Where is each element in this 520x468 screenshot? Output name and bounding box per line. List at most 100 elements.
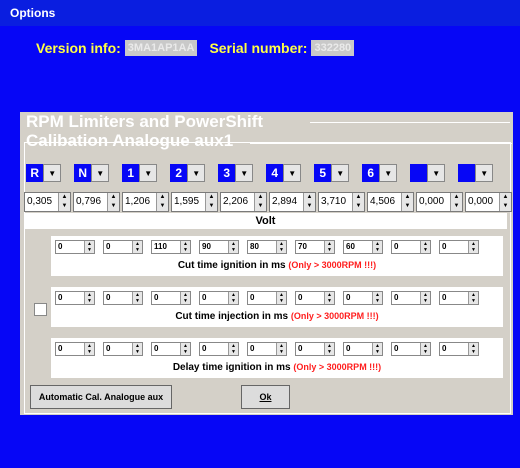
voltage-spinner[interactable]: 2,206 ▲ ▼ bbox=[220, 192, 267, 212]
spinner-value[interactable]: 0 bbox=[56, 343, 84, 355]
chevron-down-icon[interactable]: ▼ bbox=[91, 164, 109, 182]
voltage-spinner[interactable]: 1,206 ▲ ▼ bbox=[122, 192, 169, 212]
ms-spinner[interactable]: 0 ▲ ▼ bbox=[103, 291, 143, 305]
spinner-arrows-icon[interactable]: ▲ ▼ bbox=[468, 343, 478, 355]
spinner-value[interactable]: 110 bbox=[152, 241, 180, 253]
spinner-value[interactable]: 0,000 bbox=[417, 193, 450, 211]
spinner-value[interactable]: 0 bbox=[392, 241, 420, 253]
voltage-spinner[interactable]: 0,796 ▲ ▼ bbox=[73, 192, 120, 212]
spinner-value[interactable]: 2,206 bbox=[221, 193, 254, 211]
ms-spinner[interactable]: 0 ▲ ▼ bbox=[439, 291, 479, 305]
spinner-arrows-icon[interactable]: ▲ ▼ bbox=[180, 343, 190, 355]
gear-select-10[interactable]: ▼ bbox=[458, 164, 493, 182]
spinner-arrows-icon[interactable]: ▲ ▼ bbox=[107, 193, 119, 211]
spinner-arrows-icon[interactable]: ▲ ▼ bbox=[420, 241, 430, 253]
spinner-arrows-icon[interactable]: ▲ ▼ bbox=[228, 241, 238, 253]
spinner-value[interactable]: 0,000 bbox=[466, 193, 499, 211]
spinner-arrows-icon[interactable]: ▲ ▼ bbox=[324, 292, 334, 304]
spinner-value[interactable]: 0 bbox=[56, 241, 84, 253]
ms-spinner[interactable]: 0 ▲ ▼ bbox=[55, 291, 95, 305]
spinner-value[interactable]: 0 bbox=[200, 343, 228, 355]
spinner-value[interactable]: 1,595 bbox=[172, 193, 205, 211]
ms-spinner[interactable]: 110 ▲ ▼ bbox=[151, 240, 191, 254]
spinner-arrows-icon[interactable]: ▲ ▼ bbox=[372, 343, 382, 355]
spinner-value[interactable]: 0 bbox=[440, 292, 468, 304]
gear-select-n[interactable]: N ▼ bbox=[74, 164, 109, 182]
ms-spinner[interactable]: 0 ▲ ▼ bbox=[199, 291, 239, 305]
spinner-arrows-icon[interactable]: ▲ ▼ bbox=[84, 241, 94, 253]
ms-spinner[interactable]: 0 ▲ ▼ bbox=[391, 291, 431, 305]
chevron-down-icon[interactable]: ▼ bbox=[43, 164, 61, 182]
spinner-arrows-icon[interactable]: ▲ ▼ bbox=[156, 193, 168, 211]
spinner-arrows-icon[interactable]: ▲ ▼ bbox=[132, 241, 142, 253]
ms-spinner[interactable]: 0 ▲ ▼ bbox=[247, 291, 287, 305]
spinner-value[interactable]: 0 bbox=[296, 292, 324, 304]
ms-spinner[interactable]: 0 ▲ ▼ bbox=[247, 342, 287, 356]
ms-spinner[interactable]: 0 ▲ ▼ bbox=[151, 342, 191, 356]
spinner-value[interactable]: 90 bbox=[200, 241, 228, 253]
gear-select-1[interactable]: 1 ▼ bbox=[122, 164, 157, 182]
spinner-arrows-icon[interactable]: ▲ ▼ bbox=[372, 292, 382, 304]
spinner-value[interactable]: 0 bbox=[152, 343, 180, 355]
ms-spinner[interactable]: 0 ▲ ▼ bbox=[391, 342, 431, 356]
spinner-value[interactable]: 3,710 bbox=[319, 193, 352, 211]
gear-select-4[interactable]: 4 ▼ bbox=[266, 164, 301, 182]
voltage-spinner[interactable]: 0,000 ▲ ▼ bbox=[416, 192, 463, 212]
ms-spinner[interactable]: 0 ▲ ▼ bbox=[343, 291, 383, 305]
spinner-value[interactable]: 0 bbox=[104, 292, 132, 304]
spinner-arrows-icon[interactable]: ▲ ▼ bbox=[401, 193, 413, 211]
ok-button[interactable]: Ok bbox=[241, 385, 290, 409]
spinner-arrows-icon[interactable]: ▲ ▼ bbox=[58, 193, 70, 211]
spinner-arrows-icon[interactable]: ▲ ▼ bbox=[84, 343, 94, 355]
spinner-value[interactable]: 0 bbox=[152, 292, 180, 304]
voltage-spinner[interactable]: 3,710 ▲ ▼ bbox=[318, 192, 365, 212]
spinner-arrows-icon[interactable]: ▲ ▼ bbox=[450, 193, 462, 211]
spinner-value[interactable]: 0,796 bbox=[74, 193, 107, 211]
spinner-value[interactable]: 0 bbox=[392, 343, 420, 355]
spinner-arrows-icon[interactable]: ▲ ▼ bbox=[276, 343, 286, 355]
spinner-value[interactable]: 80 bbox=[248, 241, 276, 253]
spinner-arrows-icon[interactable]: ▲ ▼ bbox=[180, 241, 190, 253]
spinner-arrows-icon[interactable]: ▲ ▼ bbox=[254, 193, 266, 211]
spinner-value[interactable]: 0 bbox=[344, 292, 372, 304]
spinner-arrows-icon[interactable]: ▲ ▼ bbox=[324, 343, 334, 355]
spinner-value[interactable]: 0 bbox=[104, 241, 132, 253]
spinner-value[interactable]: 0 bbox=[296, 343, 324, 355]
ms-spinner[interactable]: 0 ▲ ▼ bbox=[199, 342, 239, 356]
spinner-value[interactable]: 0 bbox=[440, 241, 468, 253]
ms-spinner[interactable]: 0 ▲ ▼ bbox=[343, 342, 383, 356]
voltage-spinner[interactable]: 2,894 ▲ ▼ bbox=[269, 192, 316, 212]
spinner-arrows-icon[interactable]: ▲ ▼ bbox=[228, 343, 238, 355]
chevron-down-icon[interactable]: ▼ bbox=[139, 164, 157, 182]
ms-spinner[interactable]: 70 ▲ ▼ bbox=[295, 240, 335, 254]
chevron-down-icon[interactable]: ▼ bbox=[235, 164, 253, 182]
ms-spinner[interactable]: 0 ▲ ▼ bbox=[295, 342, 335, 356]
ms-spinner[interactable]: 0 ▲ ▼ bbox=[55, 342, 95, 356]
spinner-arrows-icon[interactable]: ▲ ▼ bbox=[276, 241, 286, 253]
spinner-arrows-icon[interactable]: ▲ ▼ bbox=[420, 292, 430, 304]
spinner-arrows-icon[interactable]: ▲ ▼ bbox=[205, 193, 217, 211]
gear-select-3[interactable]: 3 ▼ bbox=[218, 164, 253, 182]
gear-select-6[interactable]: 6 ▼ bbox=[362, 164, 397, 182]
voltage-spinner[interactable]: 4,506 ▲ ▼ bbox=[367, 192, 414, 212]
ms-spinner[interactable]: 90 ▲ ▼ bbox=[199, 240, 239, 254]
spinner-value[interactable]: 70 bbox=[296, 241, 324, 253]
spinner-value[interactable]: 1,206 bbox=[123, 193, 156, 211]
chevron-down-icon[interactable]: ▼ bbox=[427, 164, 445, 182]
chevron-down-icon[interactable]: ▼ bbox=[187, 164, 205, 182]
spinner-value[interactable]: 0,305 bbox=[25, 193, 58, 211]
spinner-arrows-icon[interactable]: ▲ ▼ bbox=[420, 343, 430, 355]
spinner-value[interactable]: 4,506 bbox=[368, 193, 401, 211]
spinner-arrows-icon[interactable]: ▲ ▼ bbox=[132, 292, 142, 304]
spinner-arrows-icon[interactable]: ▲ ▼ bbox=[228, 292, 238, 304]
chevron-down-icon[interactable]: ▼ bbox=[283, 164, 301, 182]
chevron-down-icon[interactable]: ▼ bbox=[379, 164, 397, 182]
ms-spinner[interactable]: 0 ▲ ▼ bbox=[391, 240, 431, 254]
gear-select-5[interactable]: 5 ▼ bbox=[314, 164, 349, 182]
enable-checkbox[interactable] bbox=[34, 303, 47, 316]
gear-select-2[interactable]: 2 ▼ bbox=[170, 164, 205, 182]
spinner-arrows-icon[interactable]: ▲ ▼ bbox=[352, 193, 364, 211]
ms-spinner[interactable]: 0 ▲ ▼ bbox=[55, 240, 95, 254]
spinner-arrows-icon[interactable]: ▲ ▼ bbox=[468, 292, 478, 304]
spinner-arrows-icon[interactable]: ▲ ▼ bbox=[499, 193, 511, 211]
